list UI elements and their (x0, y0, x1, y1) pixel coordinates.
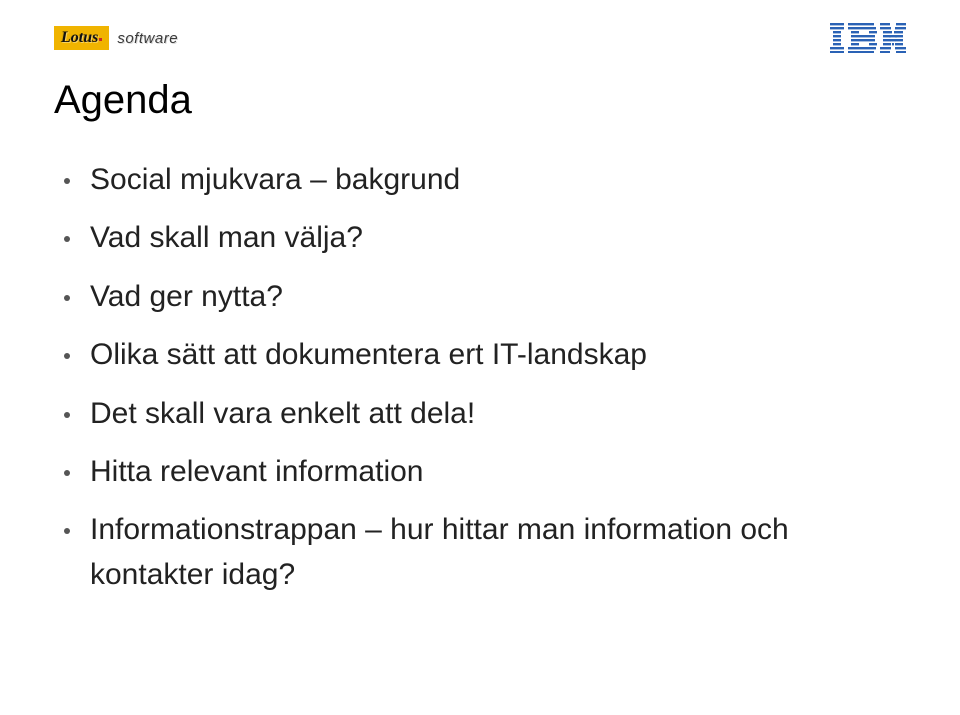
lotus-dot-icon (99, 38, 102, 41)
slide-header: Lotus software (54, 18, 906, 58)
ibm-logo-icon (830, 23, 906, 53)
list-item: Olika sätt att dokumentera ert IT-landsk… (62, 333, 900, 377)
list-item: Det skall vara enkelt att dela! (62, 392, 900, 436)
list-item: Informationstrappan – hur hittar man inf… (62, 508, 900, 597)
bullet-list: Social mjukvara – bakgrund Vad skall man… (62, 158, 900, 611)
list-item: Vad ger nytta? (62, 275, 900, 319)
list-item: Social mjukvara – bakgrund (62, 158, 900, 202)
slide: Lotus software (0, 0, 960, 715)
list-item: Hitta relevant information (62, 450, 900, 494)
brand-lotus-software: Lotus software (54, 26, 178, 50)
slide-title: Agenda (54, 78, 192, 123)
lotus-badge: Lotus (54, 26, 109, 50)
list-item: Vad skall man välja? (62, 216, 900, 260)
lotus-logo-text: Lotus (61, 29, 98, 47)
software-text: software (117, 30, 178, 47)
